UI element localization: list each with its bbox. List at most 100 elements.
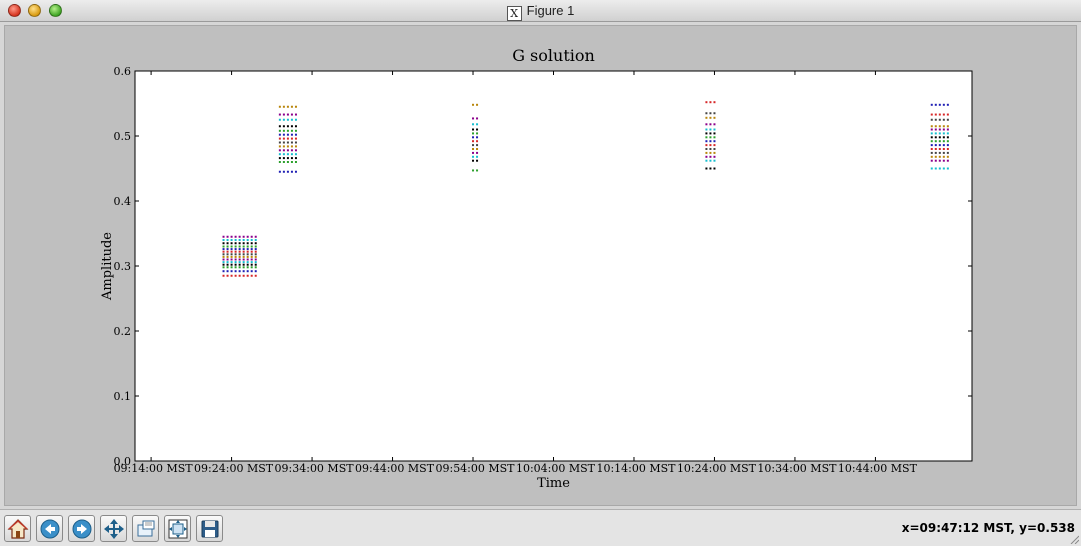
data-point bbox=[282, 161, 285, 163]
data-point bbox=[234, 274, 237, 277]
data-point bbox=[472, 123, 475, 126]
data-point bbox=[934, 151, 937, 154]
x-tick-label: 09:34:00 MST bbox=[275, 462, 355, 475]
data-point bbox=[713, 116, 716, 119]
data-point bbox=[472, 151, 475, 154]
data-point bbox=[930, 118, 933, 121]
data-point bbox=[930, 132, 933, 135]
data-point bbox=[250, 248, 253, 251]
data-point bbox=[246, 239, 249, 241]
data-point bbox=[472, 117, 475, 120]
data-point bbox=[250, 235, 253, 238]
data-point bbox=[946, 155, 949, 158]
data-point bbox=[254, 235, 257, 238]
data-point bbox=[254, 270, 257, 273]
zoom-button[interactable] bbox=[132, 515, 159, 542]
data-point bbox=[472, 155, 475, 158]
data-point bbox=[230, 261, 233, 264]
data-point bbox=[222, 242, 225, 245]
save-button[interactable] bbox=[196, 515, 223, 542]
data-point bbox=[242, 258, 245, 261]
data-point bbox=[934, 103, 937, 106]
data-point bbox=[938, 140, 941, 143]
data-point bbox=[476, 136, 479, 139]
data-point bbox=[476, 103, 479, 106]
x-tick-label: 10:44:00 MST bbox=[838, 462, 918, 475]
data-point bbox=[278, 153, 281, 156]
chart-title: G solution bbox=[512, 46, 595, 65]
data-point bbox=[238, 258, 241, 261]
plot-area bbox=[134, 70, 973, 462]
data-point bbox=[705, 132, 708, 135]
data-point bbox=[290, 145, 293, 148]
data-point bbox=[234, 255, 237, 258]
data-point bbox=[938, 167, 941, 170]
data-point bbox=[234, 266, 237, 269]
data-point bbox=[294, 149, 297, 152]
data-point bbox=[934, 159, 937, 162]
data-point bbox=[713, 151, 716, 154]
data-point bbox=[946, 167, 949, 170]
data-point bbox=[942, 159, 945, 162]
data-point bbox=[250, 239, 253, 241]
data-point bbox=[254, 242, 257, 245]
data-point bbox=[294, 137, 297, 140]
data-point bbox=[226, 258, 229, 261]
pan-button[interactable] bbox=[100, 515, 127, 542]
resize-grip-icon[interactable] bbox=[1069, 534, 1079, 544]
data-point bbox=[934, 125, 937, 128]
data-point bbox=[238, 248, 241, 251]
data-point bbox=[230, 250, 233, 253]
data-point bbox=[250, 266, 253, 269]
data-point bbox=[226, 253, 229, 256]
data-point bbox=[942, 118, 945, 121]
subplots-button[interactable] bbox=[164, 515, 191, 542]
data-point bbox=[286, 137, 289, 140]
data-point bbox=[472, 144, 475, 147]
data-point bbox=[226, 242, 229, 245]
data-point bbox=[472, 103, 475, 106]
data-point bbox=[294, 145, 297, 148]
back-button[interactable] bbox=[36, 515, 63, 542]
data-point bbox=[278, 125, 281, 128]
data-point bbox=[938, 148, 941, 150]
data-point bbox=[705, 144, 708, 147]
data-point bbox=[254, 261, 257, 264]
data-point bbox=[246, 266, 249, 269]
data-point bbox=[222, 253, 225, 256]
data-point bbox=[713, 128, 716, 131]
data-point bbox=[938, 128, 941, 131]
data-point bbox=[942, 148, 945, 150]
data-point bbox=[294, 141, 297, 144]
data-point bbox=[286, 118, 289, 121]
data-point bbox=[472, 169, 475, 172]
home-button[interactable] bbox=[4, 515, 31, 542]
data-point bbox=[294, 129, 297, 132]
data-point bbox=[705, 155, 708, 158]
data-point bbox=[946, 159, 949, 162]
data-point bbox=[222, 270, 225, 273]
data-point bbox=[234, 242, 237, 245]
data-point bbox=[476, 169, 479, 172]
data-point bbox=[476, 140, 479, 143]
data-point bbox=[230, 239, 233, 241]
data-point bbox=[242, 266, 245, 269]
data-point bbox=[246, 253, 249, 256]
data-point bbox=[230, 255, 233, 258]
data-point bbox=[705, 116, 708, 119]
data-point bbox=[705, 136, 708, 139]
forward-button[interactable] bbox=[68, 515, 95, 542]
data-point bbox=[476, 159, 479, 162]
data-point bbox=[713, 155, 716, 158]
data-point bbox=[709, 128, 712, 131]
data-point bbox=[226, 266, 229, 269]
data-point bbox=[254, 253, 257, 256]
data-point bbox=[290, 161, 293, 163]
data-point bbox=[705, 159, 708, 162]
data-point bbox=[286, 145, 289, 148]
data-point bbox=[250, 242, 253, 245]
data-point bbox=[234, 248, 237, 251]
data-point bbox=[942, 144, 945, 147]
data-point bbox=[238, 266, 241, 269]
data-point bbox=[222, 239, 225, 241]
